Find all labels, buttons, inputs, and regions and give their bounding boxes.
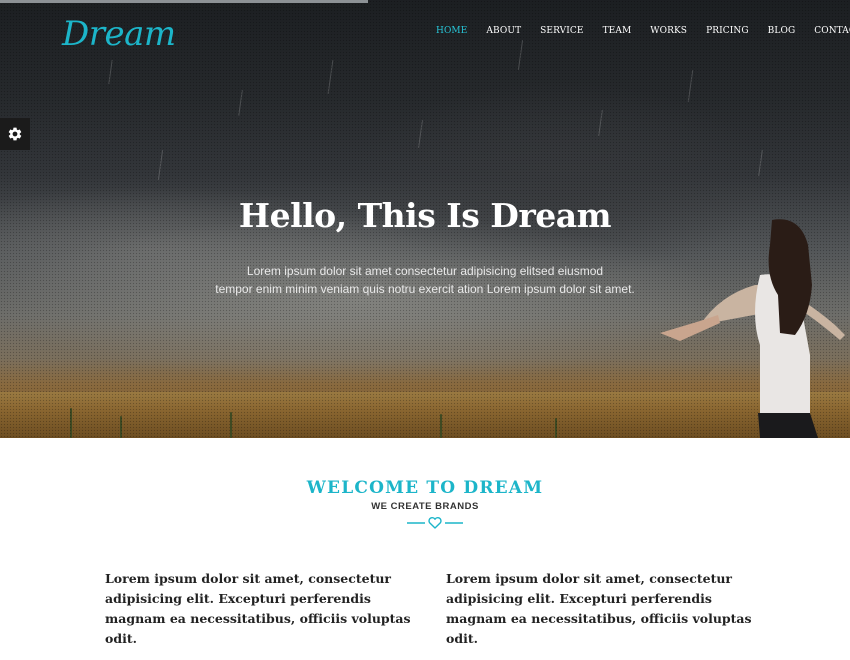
nav-item-contact[interactable]: CONTACT bbox=[814, 26, 850, 36]
page-progress-bar bbox=[0, 0, 368, 3]
rain-streak bbox=[418, 120, 423, 148]
intro-paragraph-left: Lorem ipsum dolor sit amet, consectetur … bbox=[105, 571, 411, 646]
gear-icon bbox=[8, 127, 22, 141]
hero-description: Lorem ipsum dolor sit amet consectetur a… bbox=[200, 262, 650, 298]
grass-blade bbox=[555, 418, 557, 438]
heart-icon bbox=[428, 516, 442, 529]
rain-streak bbox=[517, 40, 524, 70]
nav-item-pricing[interactable]: PRICING bbox=[706, 26, 749, 36]
grass-blade bbox=[230, 412, 232, 438]
settings-toggle-button[interactable] bbox=[0, 118, 30, 150]
welcome-subtitle: WE CREATE BRANDS bbox=[371, 501, 479, 512]
nav-item-works[interactable]: WORKS bbox=[650, 26, 687, 36]
rain-streak bbox=[327, 60, 334, 94]
brand-logo[interactable]: Dream bbox=[62, 14, 176, 54]
rain-streak bbox=[108, 60, 113, 84]
rain-streak bbox=[758, 150, 763, 176]
nav-item-service[interactable]: SERVICE bbox=[540, 26, 583, 36]
main-nav: HOME ABOUT SERVICE TEAM WORKS PRICING BL… bbox=[436, 26, 850, 36]
grass-blade bbox=[120, 416, 122, 438]
welcome-title: WELCOME TO DREAM bbox=[306, 478, 544, 498]
nav-item-team[interactable]: TEAM bbox=[603, 26, 632, 36]
hero-title: Hello, This Is Dream bbox=[238, 196, 612, 235]
nav-item-blog[interactable]: BLOG bbox=[768, 26, 796, 36]
rain-streak bbox=[598, 110, 603, 136]
grass-blade bbox=[70, 408, 72, 438]
intro-paragraph-right: Lorem ipsum dolor sit amet, consectetur … bbox=[446, 571, 752, 646]
hero-description-line: Lorem ipsum dolor sit amet consectetur a… bbox=[246, 264, 604, 278]
rain-streak bbox=[687, 70, 694, 102]
nav-item-home[interactable]: HOME bbox=[436, 26, 467, 36]
hero-description-line: tempor enim minim veniam quis notru exer… bbox=[215, 282, 635, 296]
nav-item-about[interactable]: ABOUT bbox=[486, 26, 521, 36]
rain-streak bbox=[157, 150, 164, 180]
heart-divider bbox=[407, 516, 463, 529]
hero-woman-figure bbox=[660, 219, 845, 438]
grass-blade bbox=[440, 414, 442, 438]
rain-streak bbox=[238, 90, 243, 116]
